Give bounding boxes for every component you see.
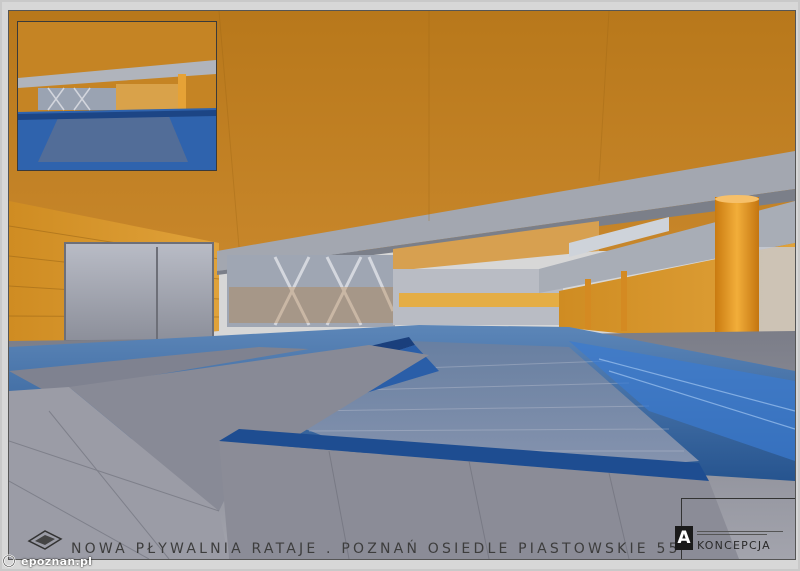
watermark: epoznan.pl <box>2 552 92 570</box>
inset-scene <box>18 22 216 170</box>
watermark-text: epoznan.pl <box>21 554 93 568</box>
watermark-icon <box>2 554 16 568</box>
logo-fine-print <box>697 531 783 535</box>
logo-mark: A <box>675 526 693 550</box>
left-glass-doors <box>64 242 214 342</box>
compass-icon <box>27 529 63 551</box>
inset-view <box>17 21 217 171</box>
render-caption: NOWA PŁYWALNIA RATAJE . POZNAŃ OSIEDLE P… <box>71 541 681 557</box>
pool-render: NOWA PŁYWALNIA RATAJE . POZNAŃ OSIEDLE P… <box>8 10 796 560</box>
logo-name: KONCEPCJA <box>697 539 771 552</box>
image-frame: NOWA PŁYWALNIA RATAJE . POZNAŃ OSIEDLE P… <box>2 2 798 569</box>
